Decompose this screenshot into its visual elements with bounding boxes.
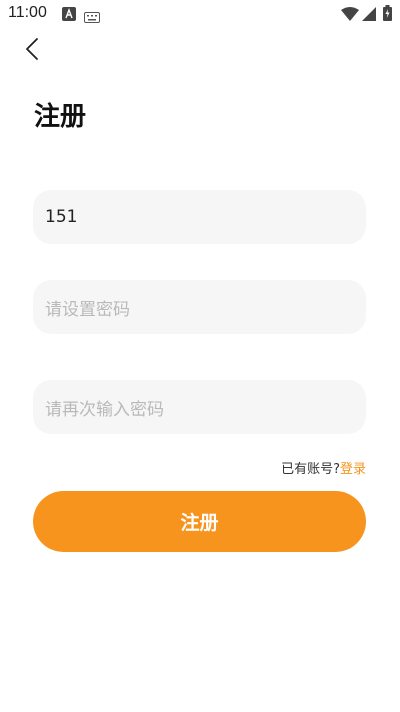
status-bar: 11:00 [0, 0, 400, 28]
back-arrow-icon [25, 37, 39, 65]
page-title: 注册 [34, 102, 87, 132]
phone-input[interactable]: 151 [33, 190, 366, 244]
status-time: 11:00 [8, 4, 47, 21]
login-link[interactable]: 登录 [340, 462, 366, 477]
password-input[interactable]: 请设置密码 [33, 280, 366, 334]
login-hint-text: 已有账号? [281, 462, 340, 477]
phone-value: 151 [45, 207, 78, 227]
password-placeholder: 请设置密码 [45, 299, 130, 320]
wifi-icon [341, 6, 359, 25]
register-button[interactable]: 注册 [33, 491, 366, 552]
confirm-password-input[interactable]: 请再次输入密码 [33, 380, 366, 434]
back-button[interactable] [18, 36, 46, 66]
confirm-password-placeholder: 请再次输入密码 [45, 399, 164, 420]
font-icon [62, 6, 76, 25]
keyboard-icon [84, 8, 100, 27]
signal-icon [362, 6, 376, 25]
login-hint: 已有账号?登录 [281, 458, 366, 477]
battery-icon [383, 5, 392, 25]
